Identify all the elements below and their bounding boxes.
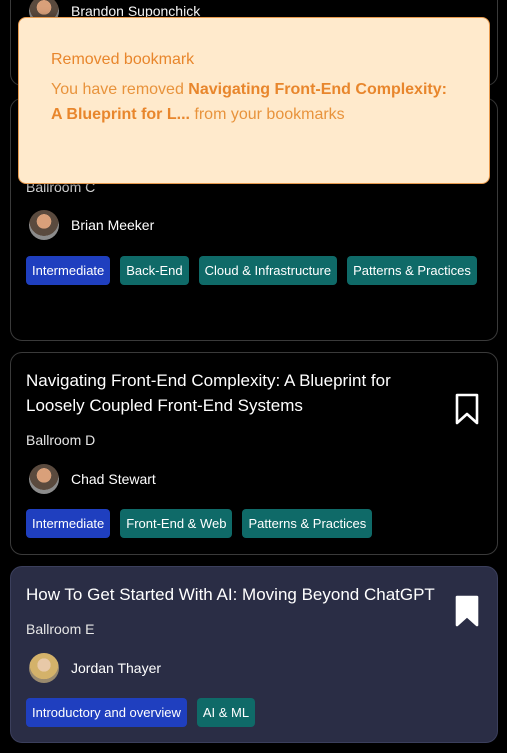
tag: Back-End [120,256,189,285]
session-room: Ballroom D [26,432,96,448]
avatar [29,210,59,240]
toast-message: You have removed Navigating Front-End Co… [51,81,447,123]
session-title: Navigating Front-End Complexity: A Bluep… [26,371,391,415]
tag: Intermediate [26,509,111,538]
speaker: Jordan Thayer [29,652,161,684]
session-card-ballroom-d[interactable]: Navigating Front-End Complexity: A Bluep… [10,352,498,555]
session-title: How To Get Started With AI: Moving Beyon… [26,585,435,604]
speaker: Chad Stewart [29,463,156,495]
bookmark-filled-icon[interactable] [455,595,479,627]
speaker-name: Jordan Thayer [71,660,162,676]
tag: Intermediate [26,256,111,285]
avatar [29,653,59,683]
tag: AI & ML [196,698,256,727]
tag-list: Intermediate Front-End & Web Patterns & … [26,509,486,538]
bookmark-outline-icon[interactable] [455,393,479,425]
tag: Introductory and overview [26,698,187,727]
toast-notification[interactable]: Removed bookmark You have removed Naviga… [18,17,490,184]
tag: Front-End & Web [120,509,233,538]
tag: Patterns & Practices [347,256,477,285]
avatar [29,464,59,494]
tag-list: Introductory and overview AI & ML [26,698,486,727]
speaker: Brian Meeker [29,209,154,241]
session-card-ballroom-e[interactable]: How To Get Started With AI: Moving Beyon… [10,566,498,743]
speaker-name: Chad Stewart [71,471,156,487]
session-room: Ballroom E [26,621,95,637]
tag: Cloud & Infrastructure [198,256,338,285]
tag-list: Intermediate Back-End Cloud & Infrastruc… [26,256,486,285]
speaker-name: Brian Meeker [71,217,155,233]
toast-title: Removed bookmark [51,51,195,68]
tag: Patterns & Practices [242,509,373,538]
